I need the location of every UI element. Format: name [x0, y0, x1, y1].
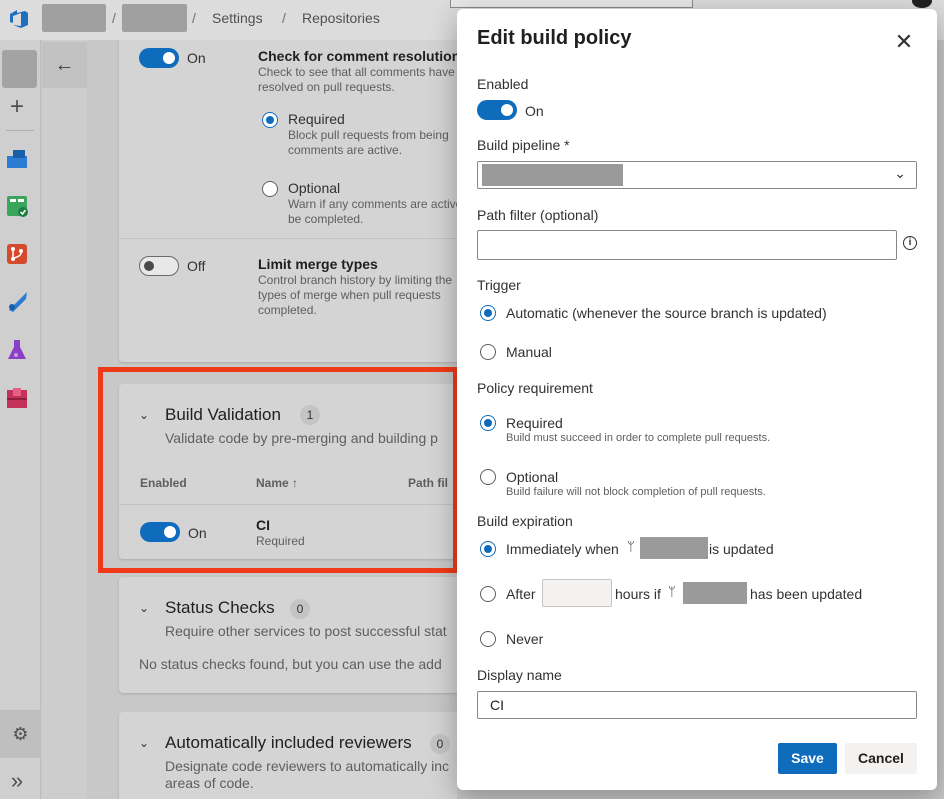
policy-requirement-label: Policy requirement	[477, 380, 593, 396]
requirement-optional-radio[interactable]	[480, 469, 496, 485]
reviewers-title: Automatically included reviewers	[165, 733, 412, 752]
expiration-immediately-label: Immediately when	[506, 541, 619, 557]
display-name-input[interactable]: CI	[477, 691, 917, 719]
requirement-required-desc: Build must succeed in order to complete …	[506, 432, 771, 444]
comment-optional-desc: Warn if any comments are active be compl…	[288, 197, 457, 226]
back-arrow-icon[interactable]: ←	[42, 42, 87, 88]
expiration-after-label: After	[506, 586, 536, 602]
merge-types-toggle-label: Off	[187, 258, 206, 274]
expiration-after-radio[interactable]	[480, 586, 496, 602]
branch-name-redacted	[683, 582, 747, 604]
requirement-optional-label: Optional	[506, 469, 559, 485]
breadcrumb-separator: /	[112, 10, 116, 26]
expiration-never-radio[interactable]	[480, 631, 496, 647]
status-checks-desc: Require other services to post successfu…	[165, 623, 447, 639]
pipelines-icon[interactable]	[5, 290, 29, 314]
cancel-button[interactable]: Cancel	[845, 743, 917, 774]
branch-icon: ᛘ	[627, 539, 635, 554]
status-checks-card: ⌄ Status Checks 0 Require other services…	[119, 577, 457, 693]
expiration-after-suffix: has been updated	[750, 586, 863, 602]
enabled-toggle[interactable]	[477, 100, 517, 120]
rail-divider	[6, 130, 34, 131]
comment-optional-label: Optional	[288, 180, 341, 196]
build-validation-highlight-box	[98, 367, 458, 573]
requirement-required-label: Required	[506, 415, 563, 431]
breadcrumb-separator: /	[192, 10, 196, 26]
divider	[119, 238, 457, 239]
test-plans-icon[interactable]	[5, 338, 29, 362]
breadcrumb-separator: /	[282, 10, 286, 26]
comment-resolution-desc: Check to see that all comments have reso…	[258, 65, 455, 94]
branch-policies-card: On Check for comment resolution Check to…	[119, 40, 457, 362]
comment-resolution-toggle-label: On	[187, 50, 206, 66]
breadcrumb-settings[interactable]: Settings	[212, 10, 263, 26]
left-nav-rail: + ⚙ »	[0, 40, 41, 799]
breadcrumb-project[interactable]	[122, 4, 187, 32]
save-button[interactable]: Save	[778, 743, 837, 774]
branch-name-redacted	[640, 537, 708, 559]
edit-build-policy-panel: Edit build policy ✕ Enabled On Build pip…	[457, 9, 937, 790]
enabled-label: Enabled	[477, 76, 529, 92]
build-pipeline-label: Build pipeline *	[477, 137, 570, 153]
status-checks-empty-message: No status checks found, but you can use …	[139, 656, 442, 672]
build-pipeline-dropdown[interactable]: ⌄	[477, 161, 917, 189]
azure-devops-logo-icon[interactable]	[8, 8, 30, 30]
build-expiration-label: Build expiration	[477, 513, 573, 529]
project-settings-gear-icon[interactable]: ⚙	[0, 710, 41, 758]
path-filter-label: Path filter (optional)	[477, 207, 599, 223]
search-box[interactable]	[450, 0, 693, 8]
requirement-optional-desc: Build failure will not block completion …	[506, 486, 766, 498]
expiration-hours-input[interactable]	[542, 579, 612, 607]
artifacts-icon[interactable]	[5, 386, 29, 410]
project-icon[interactable]	[2, 50, 37, 88]
comment-required-desc: Block pull requests from being comments …	[288, 128, 449, 157]
merge-types-desc: Control branch history by limiting the t…	[258, 273, 453, 317]
close-icon[interactable]: ✕	[893, 31, 915, 53]
expiration-immediately-suffix: is updated	[709, 541, 774, 557]
comment-optional-radio[interactable]	[262, 181, 278, 197]
panel-title: Edit build policy	[477, 27, 632, 49]
trigger-automatic-label: Automatic (whenever the source branch is…	[506, 305, 827, 321]
repos-icon[interactable]	[5, 242, 29, 266]
branch-icon: ᛘ	[668, 584, 676, 599]
trigger-label: Trigger	[477, 277, 521, 293]
merge-types-title: Limit merge types	[258, 256, 378, 272]
comment-required-label: Required	[288, 111, 345, 127]
reviewers-card: ⌄ Automatically included reviewers 0 Des…	[119, 712, 457, 799]
expand-rail-icon[interactable]: »	[6, 766, 28, 796]
reviewers-chevron-icon[interactable]: ⌄	[139, 736, 149, 750]
expiration-immediately-radio[interactable]	[480, 541, 496, 557]
overview-icon[interactable]	[5, 146, 29, 170]
trigger-manual-label: Manual	[506, 344, 552, 360]
comment-resolution-title: Check for comment resolution	[258, 48, 457, 64]
expiration-never-label: Never	[506, 631, 544, 647]
expiration-after-mid: hours if	[615, 586, 661, 602]
status-checks-count-badge: 0	[290, 599, 310, 619]
avatar[interactable]	[912, 0, 932, 8]
merge-types-toggle[interactable]	[139, 256, 179, 276]
comment-required-radio[interactable]	[262, 112, 278, 128]
reviewers-desc: Designate code reviewers to automaticall…	[165, 758, 450, 774]
reviewers-count-badge: 0	[430, 734, 450, 754]
chevron-down-icon: ⌄	[894, 165, 906, 181]
trigger-automatic-radio[interactable]	[480, 305, 496, 321]
boards-icon[interactable]	[5, 194, 29, 218]
build-pipeline-selected-value	[482, 164, 623, 186]
status-checks-title: Status Checks	[165, 598, 275, 617]
back-column: ←	[42, 40, 87, 799]
status-checks-chevron-icon[interactable]: ⌄	[139, 601, 149, 615]
display-name-label: Display name	[477, 667, 562, 683]
reviewers-desc-line2: areas of code.	[165, 775, 254, 791]
requirement-required-radio[interactable]	[480, 415, 496, 431]
comment-resolution-toggle[interactable]	[139, 48, 179, 68]
enabled-toggle-label: On	[525, 103, 544, 119]
breadcrumb-organization[interactable]	[42, 4, 106, 32]
breadcrumb-repositories[interactable]: Repositories	[302, 10, 380, 26]
add-icon[interactable]: +	[6, 94, 28, 120]
path-filter-input[interactable]	[477, 230, 897, 260]
trigger-manual-radio[interactable]	[480, 344, 496, 360]
info-icon[interactable]: i	[903, 236, 917, 250]
